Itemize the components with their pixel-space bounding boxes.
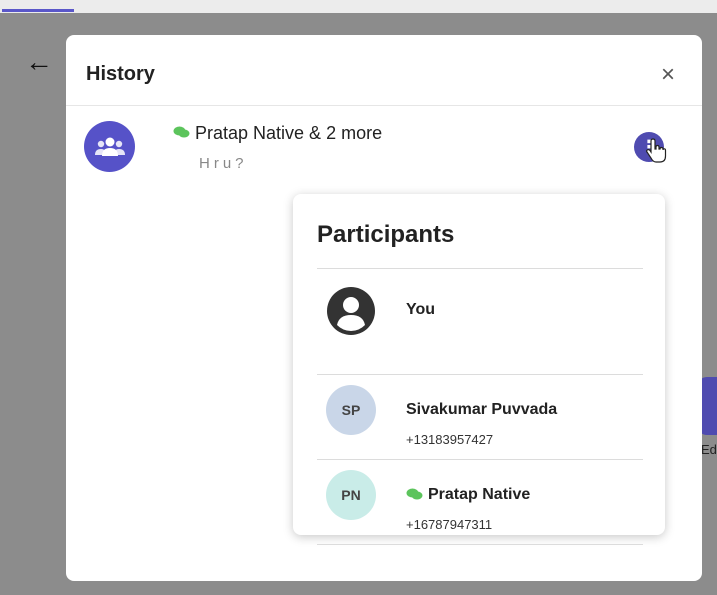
participants-title: Participants — [317, 221, 455, 248]
whatsapp-icon — [173, 126, 190, 138]
participant-name-text: Pratap Native — [428, 486, 531, 503]
conversation-title-text: Pratap Native & 2 more — [195, 123, 383, 143]
participant-phone: +13183957427 — [406, 432, 494, 447]
history-dialog: History × Pratap Native & 2 more Hru? ⋮ … — [66, 35, 702, 581]
user-circle-icon — [327, 287, 375, 335]
participant-row: You — [317, 269, 643, 353]
close-button[interactable]: × — [654, 61, 682, 89]
back-arrow-button[interactable]: ← — [25, 48, 53, 76]
participants-popover: Participants You SP Sivakumar Puvvada +1… — [293, 194, 665, 545]
participant-row: PN Pratap Native +16787947311 — [317, 460, 643, 544]
divider — [317, 544, 643, 545]
hand-cursor-icon — [646, 138, 667, 163]
avatar: SP — [326, 385, 376, 435]
participant-name: Pratap Native — [406, 486, 530, 504]
active-tab-indicator — [2, 9, 74, 12]
edit-label: Ed — [701, 442, 717, 457]
participant-phone: +16787947311 — [406, 517, 493, 532]
header-divider — [66, 105, 702, 106]
participant-row: SP Sivakumar Puvvada +13183957427 — [317, 375, 643, 459]
whatsapp-icon — [406, 488, 423, 500]
participant-name: You — [406, 301, 436, 318]
top-bar — [0, 0, 717, 13]
conversation-title[interactable]: Pratap Native & 2 more — [173, 123, 382, 144]
group-icon — [94, 137, 125, 156]
conversation-preview: Hru? — [199, 155, 248, 172]
group-avatar — [84, 121, 135, 172]
avatar: PN — [326, 470, 376, 520]
participant-name: Sivakumar Puvvada — [406, 401, 558, 418]
dialog-title: History — [86, 63, 155, 85]
